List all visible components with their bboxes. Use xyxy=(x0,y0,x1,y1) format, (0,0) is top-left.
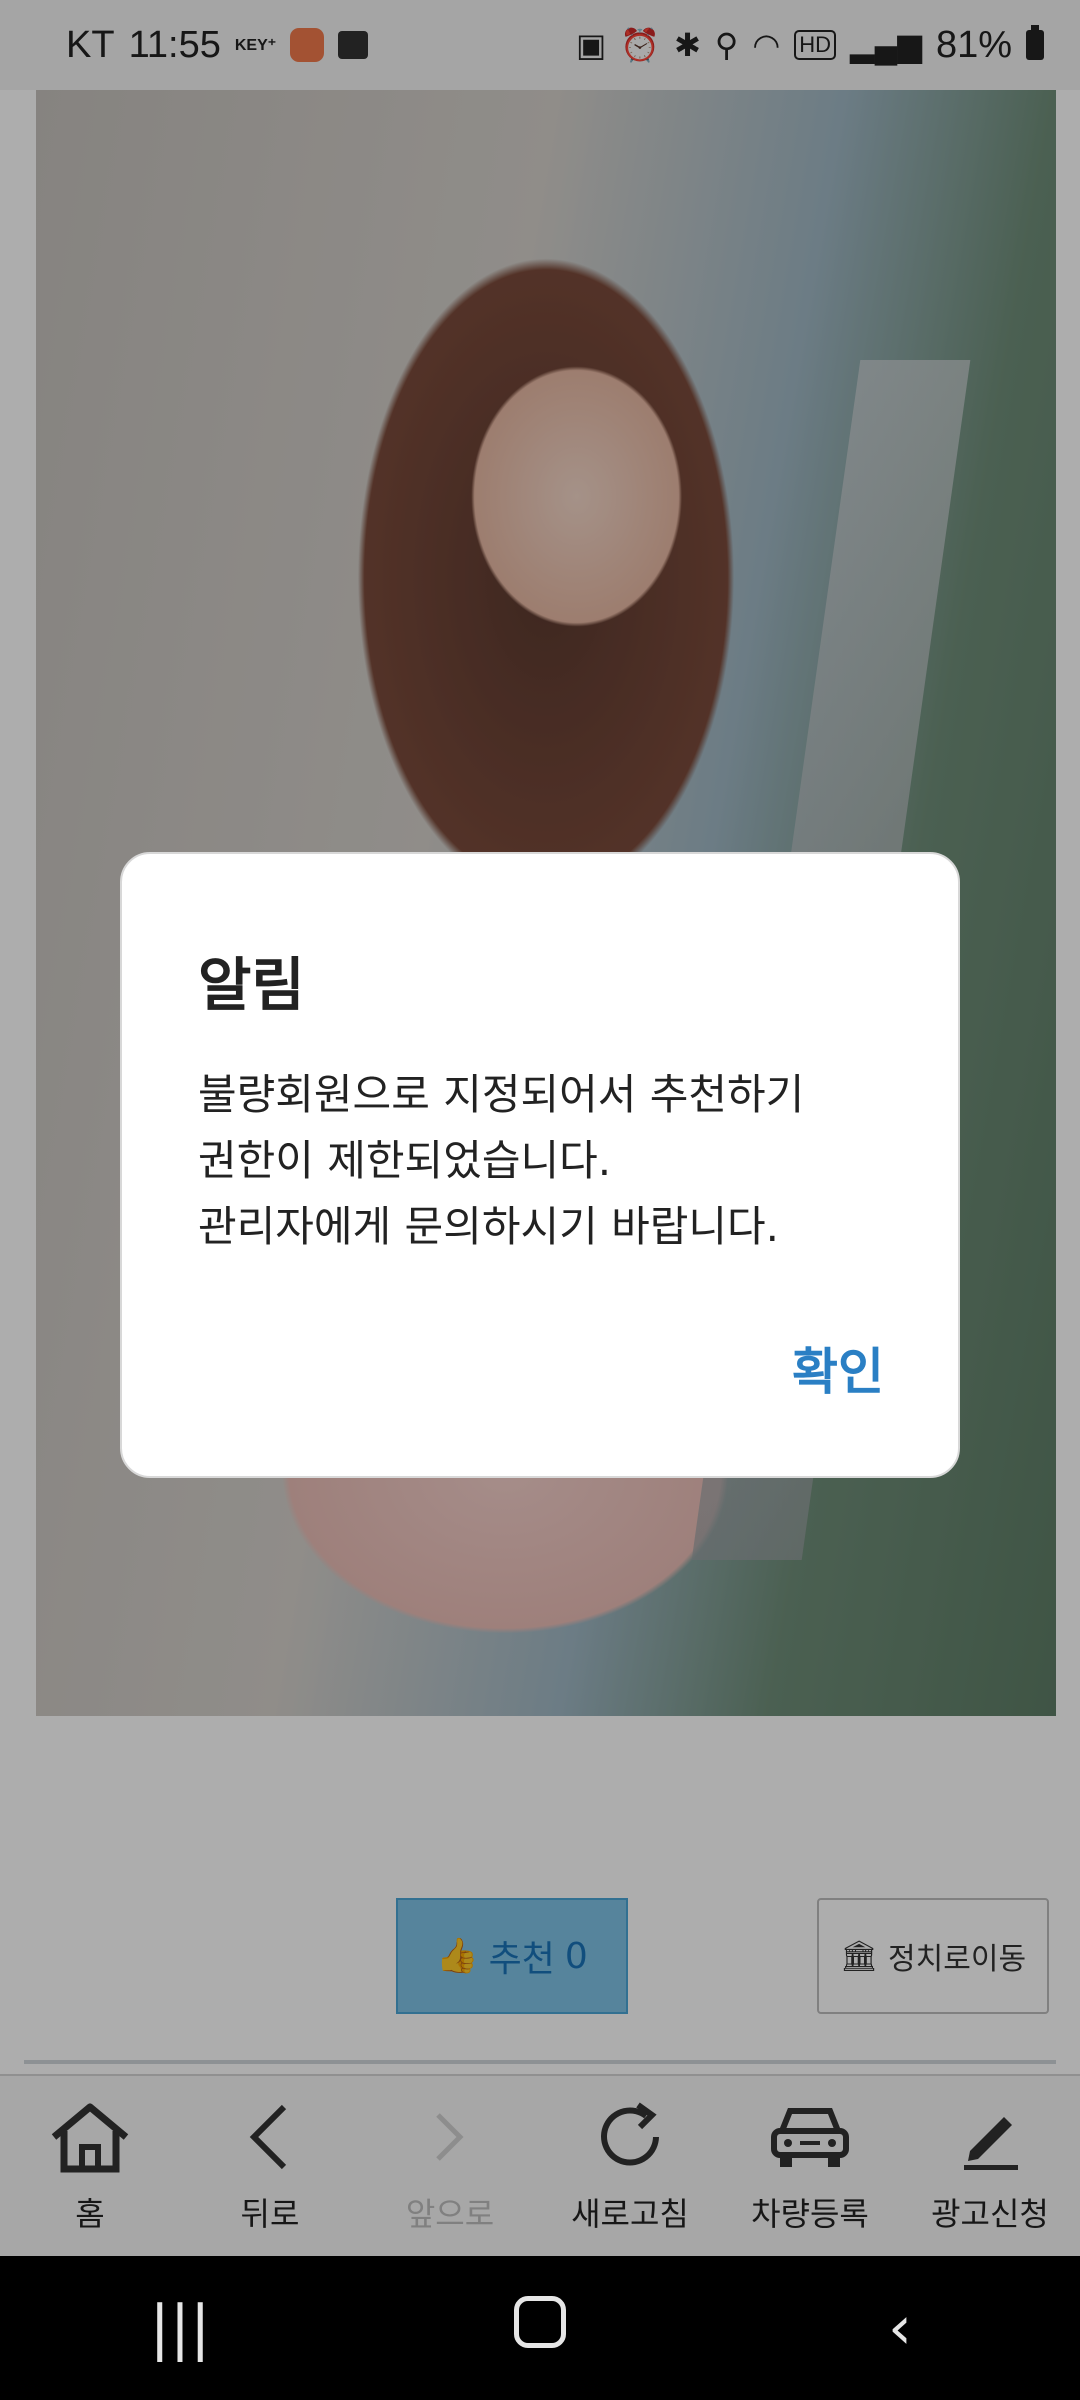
dialog-message-line: 불량회원으로 지정되어서 추천하기 xyxy=(198,1070,805,1119)
dialog-message-line: 권한이 제한되었습니다. xyxy=(198,1136,612,1185)
system-back-icon[interactable]: ‹ xyxy=(800,2293,1000,2363)
recent-apps-icon[interactable]: ||| xyxy=(80,2293,280,2363)
dialog-title: 알림 xyxy=(198,951,305,1019)
dialog-message: 불량회원으로 지정되어서 추천하기 권한이 제한되었습니다. 관리자에게 문의하… xyxy=(198,1062,898,1260)
home-square-icon xyxy=(514,2296,566,2348)
system-nav-bar: ||| ‹ xyxy=(0,2256,1080,2400)
home-button[interactable] xyxy=(440,2293,640,2363)
dialog-message-line: 관리자에게 문의하시기 바랍니다. xyxy=(198,1202,780,1251)
alert-dialog: 알림 불량회원으로 지정되어서 추천하기 권한이 제한되었습니다. 관리자에게 … xyxy=(120,852,960,1478)
confirm-button[interactable]: 확인 xyxy=(792,1332,884,1404)
